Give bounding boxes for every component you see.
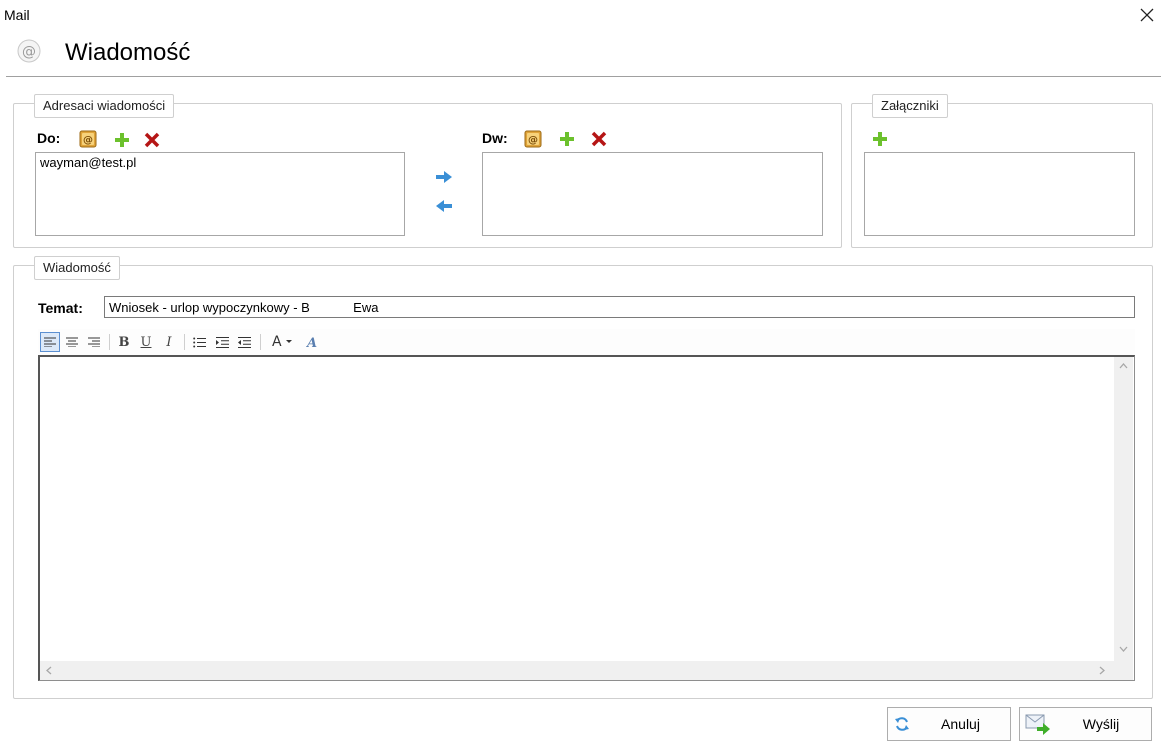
font-color-label: A	[272, 334, 282, 350]
bold-button[interactable]: B	[114, 332, 134, 352]
send-label: Wyślij	[1082, 716, 1120, 732]
header-divider	[6, 76, 1161, 77]
to-remove-button[interactable]	[141, 129, 163, 151]
attachments-list[interactable]	[864, 152, 1135, 236]
to-recipients-list[interactable]: wayman@test.pl	[35, 152, 405, 236]
italic-button[interactable]: I	[159, 332, 179, 352]
chevron-down-icon[interactable]	[1119, 646, 1128, 652]
cc-address-book-button[interactable]: @	[522, 128, 544, 150]
align-left-button[interactable]	[40, 332, 60, 352]
to-address-book-button[interactable]: @	[77, 128, 99, 150]
page-title: Wiadomość	[65, 39, 191, 66]
cancel-label: Anuluj	[941, 716, 980, 732]
delete-x-icon	[591, 131, 607, 147]
chevron-right-icon[interactable]	[1099, 666, 1105, 675]
font-color-button[interactable]: A	[270, 332, 300, 352]
underline-button[interactable]: U	[136, 332, 156, 352]
svg-text:@: @	[83, 135, 93, 146]
close-icon	[1140, 8, 1154, 22]
at-sign-icon: @	[17, 39, 41, 63]
chevron-left-icon[interactable]	[46, 666, 52, 675]
cc-remove-button[interactable]	[588, 128, 610, 150]
plus-icon	[115, 133, 129, 147]
bullet-list-icon	[192, 337, 206, 347]
toolbar-separator	[260, 334, 261, 350]
to-add-button[interactable]	[111, 129, 133, 151]
toolbar-separator	[109, 334, 110, 350]
align-right-icon	[88, 337, 100, 347]
recipients-legend: Adresaci wiadomości	[34, 94, 175, 118]
subject-input[interactable]	[104, 296, 1135, 318]
indent-button[interactable]	[212, 332, 232, 352]
address-book-icon: @	[79, 130, 97, 148]
svg-text:A: A	[305, 336, 317, 349]
move-to-to-button[interactable]	[433, 195, 455, 217]
delete-x-icon	[144, 132, 160, 148]
align-center-button[interactable]	[62, 332, 82, 352]
align-left-icon	[44, 337, 56, 347]
clear-format-icon: A	[305, 336, 317, 349]
move-to-cc-button[interactable]	[433, 166, 455, 188]
close-button[interactable]	[1136, 4, 1158, 26]
cc-recipients-list[interactable]	[482, 152, 823, 236]
horizontal-scrollbar[interactable]	[40, 661, 1133, 680]
indent-icon	[215, 336, 229, 348]
svg-text:@: @	[528, 135, 538, 146]
attachment-add-button[interactable]	[869, 128, 891, 150]
toolbar-separator	[184, 334, 185, 350]
attachments-legend: Załączniki	[872, 94, 948, 118]
arrow-right-icon	[436, 171, 452, 183]
bullet-list-button[interactable]	[189, 332, 209, 352]
message-legend: Wiadomość	[34, 256, 120, 280]
plus-icon	[873, 132, 887, 146]
to-label: Do:	[37, 130, 61, 146]
list-item[interactable]: wayman@test.pl	[40, 155, 400, 170]
cc-label: Dw:	[482, 130, 508, 146]
outdent-button[interactable]	[234, 332, 254, 352]
align-right-button[interactable]	[84, 332, 104, 352]
send-button[interactable]: Wyślij	[1019, 707, 1152, 741]
cancel-button[interactable]: Anuluj	[887, 707, 1011, 741]
refresh-icon	[895, 717, 909, 731]
send-mail-icon	[1025, 714, 1050, 735]
svg-text:@: @	[22, 44, 36, 60]
chevron-down-icon	[285, 340, 292, 343]
arrow-left-icon	[436, 200, 452, 212]
vertical-scrollbar[interactable]	[1114, 357, 1133, 661]
format-toolbar: B U I A A	[38, 329, 1135, 356]
chevron-up-icon[interactable]	[1119, 363, 1128, 369]
align-center-icon	[66, 337, 78, 347]
subject-label: Temat:	[38, 300, 83, 316]
window-title: Mail	[4, 7, 30, 23]
address-book-icon: @	[524, 130, 542, 148]
plus-icon	[560, 132, 574, 146]
outdent-icon	[237, 336, 251, 348]
clear-format-button[interactable]: A	[302, 332, 322, 352]
cc-add-button[interactable]	[556, 128, 578, 150]
message-body-editor[interactable]	[38, 355, 1135, 681]
